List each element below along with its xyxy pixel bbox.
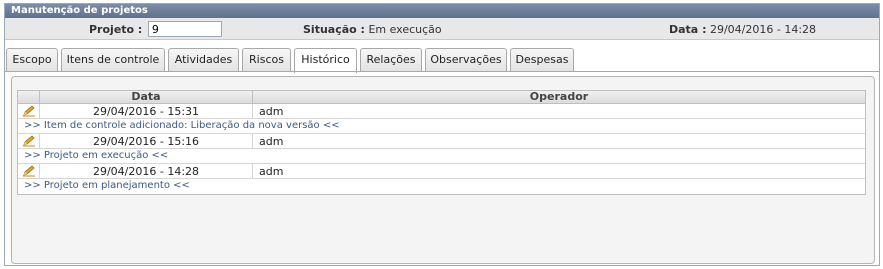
history-detail: >> Projeto em execução << [18, 149, 865, 164]
history-detail: >> Projeto em planejamento << [24, 180, 190, 191]
project-maintenance-panel: Manutenção de projetos Projeto : Situaçã… [4, 3, 880, 266]
pencil-icon[interactable] [18, 164, 40, 178]
panel-title: Manutenção de projetos [5, 4, 879, 18]
column-header-data[interactable]: Data [40, 91, 253, 103]
history-detail: >> Item de controle adicionado: Liberaçã… [18, 119, 865, 134]
history-row: 29/04/2016 - 15:31 adm [18, 104, 865, 119]
pencil-icon[interactable] [18, 104, 40, 118]
situacao-value: Em execução [368, 23, 442, 36]
row-date: 29/04/2016 - 14:28 [40, 164, 253, 178]
projeto-label: Projeto : [89, 23, 143, 36]
tab-content: Data Operador 29/04/2016 - 15:31 adm >> … [5, 71, 879, 265]
tab-despesas[interactable]: Despesas [510, 48, 574, 72]
tab-atividades[interactable]: Atividades [168, 48, 239, 72]
history-container: Data Operador 29/04/2016 - 15:31 adm >> … [11, 76, 875, 264]
data-value: 29/04/2016 - 14:28 [709, 23, 817, 36]
situacao-label: Situação : [303, 23, 365, 36]
project-info-bar: Projeto : Situação : Em execução Data : … [5, 18, 879, 40]
grid-header: Data Operador [18, 91, 865, 104]
data-group: Data : 29/04/2016 - 14:28 [669, 23, 816, 36]
row-operator: adm [259, 105, 284, 118]
header-icon-cell [18, 91, 40, 103]
situacao-group: Situação : Em execução [303, 23, 442, 36]
column-header-operador[interactable]: Operador [253, 91, 865, 103]
row-date: 29/04/2016 - 15:16 [40, 134, 253, 148]
tab-bar: Escopo Itens de controle Atividades Risc… [5, 48, 879, 73]
pencil-icon[interactable] [18, 134, 40, 148]
tab-riscos[interactable]: Riscos [242, 48, 291, 72]
row-operator: adm [259, 135, 284, 148]
data-label: Data : [669, 23, 707, 36]
history-grid: Data Operador 29/04/2016 - 15:31 adm >> … [17, 90, 866, 195]
tab-observacoes[interactable]: Observações [425, 48, 507, 72]
history-row: 29/04/2016 - 15:16 adm [18, 134, 865, 149]
projeto-field-group: Projeto : [89, 21, 222, 38]
tab-escopo[interactable]: Escopo [6, 48, 58, 72]
history-row: 29/04/2016 - 14:28 adm [18, 164, 865, 179]
row-date: 29/04/2016 - 15:31 [40, 104, 253, 118]
tab-relacoes[interactable]: Relações [360, 48, 422, 72]
projeto-input[interactable] [147, 21, 222, 37]
tab-itens-de-controle[interactable]: Itens de controle [61, 48, 165, 72]
tab-historico[interactable]: Histórico [294, 48, 357, 73]
row-operator: adm [259, 165, 284, 178]
